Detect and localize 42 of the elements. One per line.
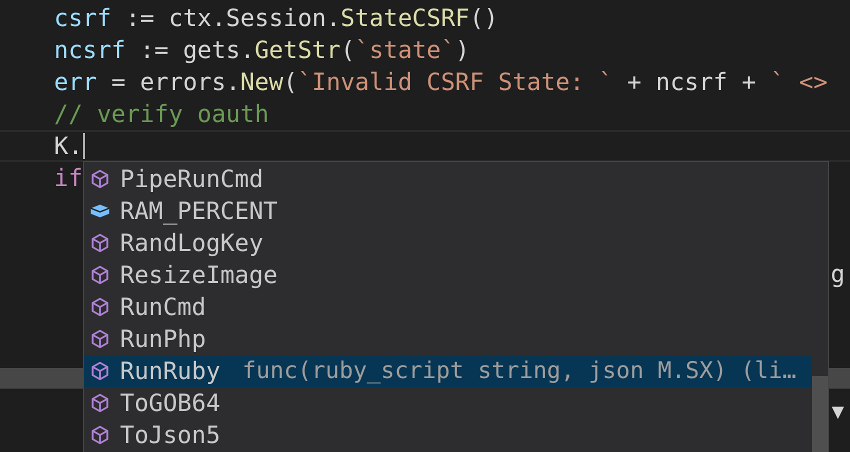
- cube-icon: [89, 296, 111, 318]
- cube-icon: [89, 328, 111, 350]
- suggestion-item[interactable]: RunPhp: [84, 323, 812, 355]
- cube-icon: [89, 424, 111, 446]
- code-token: // verify oauth: [54, 99, 269, 130]
- cube-icon: [89, 168, 111, 190]
- suggestion-item[interactable]: RandLogKey: [84, 227, 812, 259]
- code-token: K.: [54, 132, 83, 160]
- cube-icon: [89, 232, 111, 254]
- code-token: = errors.: [110, 67, 240, 98]
- code-token: New: [240, 67, 284, 98]
- cube-icon: [89, 360, 111, 382]
- suggestion-item[interactable]: ToGOB64: [84, 387, 812, 419]
- suggestion-item[interactable]: RunRuby func(ruby_script string, json M.SX) (li…: [84, 355, 812, 387]
- suggestion-item[interactable]: RunCmd: [84, 291, 812, 323]
- suggestion-item[interactable]: ToJson5: [84, 419, 812, 451]
- scrollbar-thumb[interactable]: [812, 376, 828, 452]
- suggestion-item[interactable]: PipeRunCmd: [84, 163, 812, 195]
- code-token: GetStr: [254, 35, 341, 66]
- cube-icon: [89, 392, 111, 414]
- code-token: StateCSRF: [340, 3, 470, 34]
- code-token: ` <>: [770, 67, 829, 98]
- code-token: + ncsrf +: [626, 67, 758, 98]
- code-token: := gets.: [138, 35, 255, 66]
- dropdown-toggle[interactable]: ▼: [832, 402, 844, 421]
- code-token: (): [470, 3, 498, 34]
- cube-icon: [89, 264, 111, 286]
- code-token: if: [54, 163, 83, 194]
- code-token: `Invalid CSRF State: `: [298, 67, 613, 98]
- code-token: (: [283, 67, 298, 98]
- code-token: g: [830, 259, 845, 290]
- code-token: `state`: [354, 35, 456, 66]
- code-token: (: [340, 35, 355, 66]
- signature-text: func(ruby_script string, json M.SX) (li…: [242, 358, 796, 384]
- code-token: csrf: [54, 3, 112, 34]
- code-token: err: [54, 67, 97, 98]
- code-token: ncsrf: [54, 35, 126, 66]
- code-token: ): [455, 35, 470, 66]
- text-cursor: [82, 133, 85, 159]
- suggestion-item[interactable]: RAM_PERCENT: [84, 195, 812, 227]
- code-token: := ctx.Session.: [124, 3, 341, 34]
- suggestion-item[interactable]: ResizeImage: [84, 259, 812, 291]
